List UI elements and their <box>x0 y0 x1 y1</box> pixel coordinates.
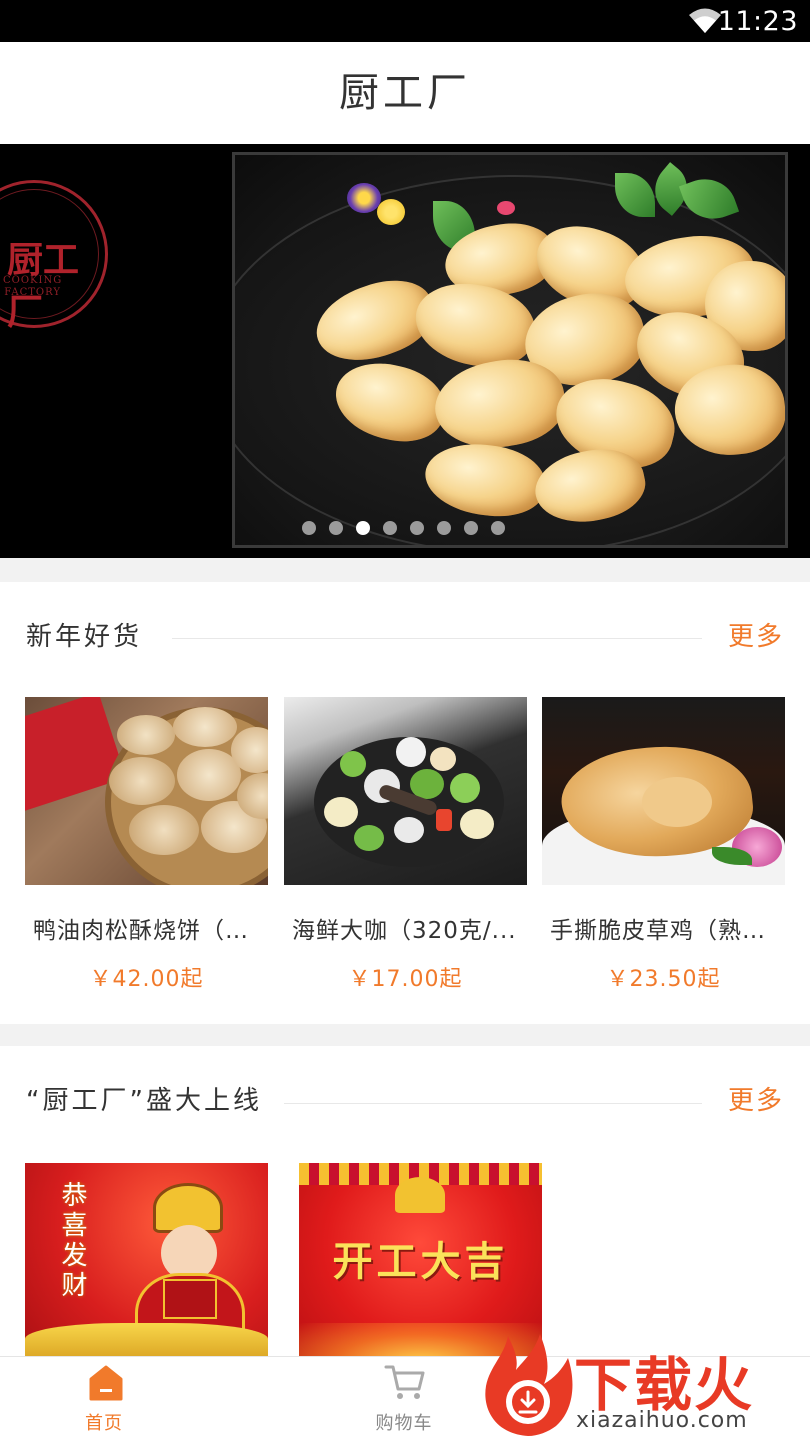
product-card[interactable]: 海鲜大咖（320克/... ￥17.00起 <box>284 697 527 993</box>
carousel-dot[interactable] <box>302 521 316 535</box>
section-new-year-goods: 新年好货 更多 鸭油肉松酥烧饼（6... ￥42.00起 海鲜大咖（320克/.… <box>0 582 810 1024</box>
tab-cart[interactable]: 购物车 <box>304 1357 504 1440</box>
carousel-dot[interactable] <box>356 521 370 535</box>
logo-subtitle: COOKING FACTORY <box>3 275 63 298</box>
status-bar: 11:23 <box>0 0 810 42</box>
product-price: ￥17.00起 <box>348 967 463 992</box>
carousel-dot[interactable] <box>329 521 343 535</box>
product-image[interactable] <box>542 697 785 885</box>
tab-label: 购物车 <box>375 1413 433 1434</box>
section-divider <box>172 638 702 639</box>
product-name[interactable]: 海鲜大咖（320克/... <box>284 911 527 945</box>
flame-logo-icon <box>485 1334 573 1436</box>
tab-home[interactable]: 首页 <box>4 1357 204 1440</box>
product-name[interactable]: 鸭油肉松酥烧饼（6... <box>25 911 268 945</box>
cart-icon <box>384 1365 425 1399</box>
carousel-dot[interactable] <box>437 521 451 535</box>
section-title: “厨工厂”盛大上线 <box>26 1086 262 1116</box>
product-image[interactable] <box>25 697 268 885</box>
status-time: 11:23 <box>717 6 798 37</box>
product-price: ￥42.00起 <box>89 967 204 992</box>
carousel-dot[interactable] <box>491 521 505 535</box>
watermark-url: xiazaihuo.com <box>576 1408 748 1433</box>
more-link[interactable]: 更多 <box>728 1080 784 1117</box>
app-header: 厨工厂 <box>0 42 810 144</box>
product-card[interactable]: 手撕脆皮草鸡（熟制... ￥23.50起 <box>542 697 785 993</box>
poster-start-work[interactable]: 开工大吉 <box>299 1163 542 1356</box>
banner-carousel[interactable]: 厨工厂 COOKING FACTORY <box>0 144 810 558</box>
product-card[interactable]: 鸭油肉松酥烧饼（6... ￥42.00起 <box>25 697 268 993</box>
product-image[interactable] <box>284 697 527 885</box>
home-icon <box>89 1365 123 1401</box>
poster-start-work-text: 开工大吉 <box>332 1238 509 1285</box>
watermark: 下载火 xiazaihuo.com <box>478 1330 810 1440</box>
banner-image[interactable] <box>232 152 788 548</box>
carousel-indicator[interactable] <box>302 521 505 535</box>
product-price: ￥23.50起 <box>606 967 721 992</box>
more-link[interactable]: 更多 <box>728 616 784 653</box>
tab-label: 首页 <box>85 1413 123 1434</box>
section-grand-launch: “厨工厂”盛大上线 更多 恭喜发财 开工大吉 <box>0 1046 810 1356</box>
section-divider <box>284 1103 702 1104</box>
page-title: 厨工厂 <box>339 70 471 116</box>
carousel-dot[interactable] <box>383 521 397 535</box>
section-title: 新年好货 <box>26 622 143 652</box>
brand-logo: 厨工厂 COOKING FACTORY <box>0 180 108 333</box>
poster-fortune[interactable]: 恭喜发财 <box>25 1163 268 1356</box>
carousel-dot[interactable] <box>464 521 478 535</box>
carousel-dot[interactable] <box>410 521 424 535</box>
product-name[interactable]: 手撕脆皮草鸡（熟制... <box>542 911 785 945</box>
poster-fortune-text: 恭喜发财 <box>57 1181 87 1301</box>
